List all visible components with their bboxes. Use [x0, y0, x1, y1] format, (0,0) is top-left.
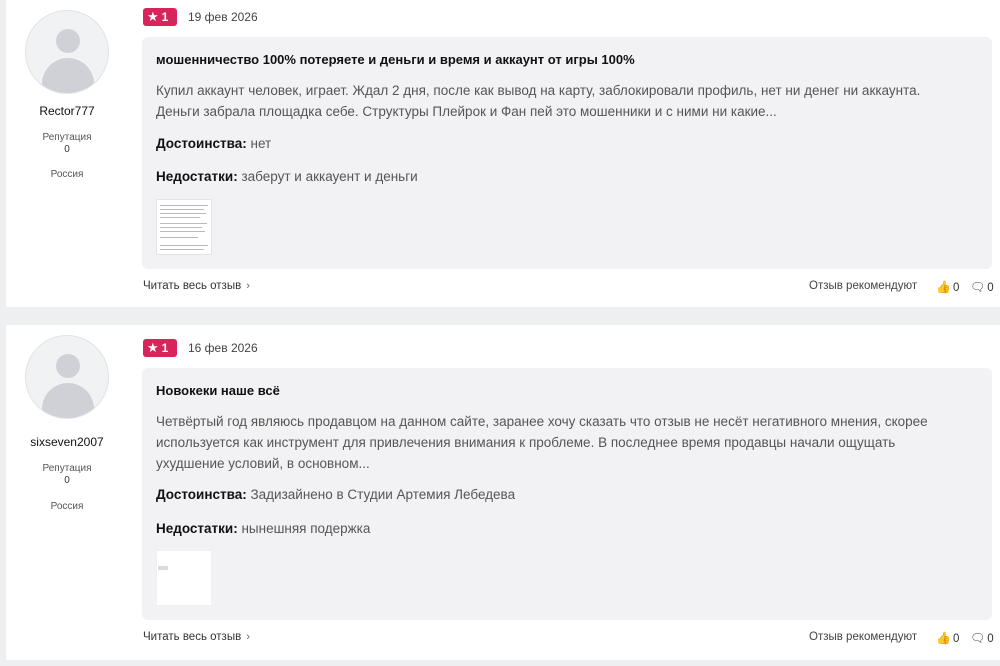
review-date: 16 фев 2026: [188, 341, 258, 355]
likes-count: 0: [952, 633, 960, 645]
review-text-line: Деньги забрала площадка себе. Структуры …: [156, 104, 777, 119]
review-title[interactable]: Новокеки наше всё: [156, 383, 280, 398]
review-image-thumbnail[interactable]: [156, 199, 212, 255]
author-country: Россия: [50, 501, 84, 512]
recommend-label: Отзыв рекомендуют: [809, 280, 918, 292]
review-text-line: ухудшение условий, в основном...: [156, 456, 370, 471]
review-text-line: Купил аккаунт человек, играет. Ждал 2 дн…: [156, 83, 921, 98]
review-title[interactable]: мошенничество 100% потеряете и деньги и …: [156, 52, 635, 67]
like-button[interactable]: 👍 0: [936, 631, 959, 645]
reputation-value: 0: [64, 144, 70, 155]
rating-badge: ★ 1: [143, 339, 177, 357]
comment-icon: 🗨: [970, 280, 986, 294]
avatar[interactable]: [25, 335, 109, 419]
review-body: Новокеки наше всё Четвёртый год являюсь …: [142, 368, 992, 620]
reputation-label: Репутация: [42, 132, 92, 143]
review-text-line: Четвёртый год являюсь продавцом на данно…: [156, 414, 928, 429]
comment-icon: 🗨: [970, 631, 986, 645]
cons-value: нынешняя подержка: [241, 521, 371, 536]
rating-value: 1: [161, 10, 169, 24]
comments-count: 0: [987, 633, 994, 645]
review-pros: Достоинства: нет: [156, 136, 271, 151]
author-name[interactable]: Rector777: [6, 104, 128, 118]
rating-value: 1: [161, 341, 169, 355]
review-card: sixseven2007 Репутация 0 Россия ★ 1 16 фе…: [6, 325, 1000, 660]
review-card: Rector777 Репутация 0 Россия ★ 1 19 фев 2…: [6, 0, 1000, 307]
review-pros: Достоинства: Задизайнено в Студии Артеми…: [156, 487, 515, 502]
review-date: 19 фев 2026: [188, 10, 258, 24]
read-full-review-link[interactable]: Читать весь отзыв ›: [143, 280, 250, 292]
review-cons: Недостатки: заберут и аккауент и деньги: [156, 169, 418, 184]
author-country: Россия: [50, 169, 84, 180]
user-placeholder-icon: [56, 354, 80, 378]
review-text-line: используется как инструмент для привлече…: [156, 435, 896, 450]
chevron-right-icon: ›: [246, 631, 250, 643]
review-body: мошенничество 100% потеряете и деньги и …: [142, 37, 992, 269]
cons-value: заберут и аккауент и деньги: [241, 169, 418, 184]
recommend-label: Отзыв рекомендуют: [809, 631, 918, 643]
star-icon: ★: [147, 9, 159, 24]
review-cons: Недостатки: нынешняя подержка: [156, 521, 370, 536]
avatar[interactable]: [25, 10, 109, 94]
like-button[interactable]: 👍 0: [936, 280, 959, 294]
reputation-label: Репутация: [42, 463, 92, 474]
star-icon: ★: [147, 340, 159, 355]
cons-label: Недостатки:: [156, 521, 238, 536]
read-full-review-link[interactable]: Читать весь отзыв ›: [143, 631, 250, 643]
comments-button[interactable]: 🗨 0: [970, 631, 994, 645]
pros-label: Достоинства:: [156, 487, 247, 502]
user-placeholder-icon: [56, 29, 80, 53]
thumbs-up-icon: 👍: [936, 280, 951, 294]
comments-count: 0: [987, 282, 994, 294]
review-image-thumbnail[interactable]: [156, 550, 212, 606]
pros-value: нет: [250, 136, 272, 151]
pros-label: Достоинства:: [156, 136, 247, 151]
author-name[interactable]: sixseven2007: [6, 435, 128, 449]
reputation-value: 0: [64, 475, 70, 486]
thumbs-up-icon: 👍: [936, 631, 951, 645]
chevron-right-icon: ›: [246, 280, 250, 292]
cons-label: Недостатки:: [156, 169, 238, 184]
comments-button[interactable]: 🗨 0: [970, 280, 994, 294]
pros-value: Задизайнено в Студии Артемия Лебедева: [250, 487, 516, 502]
likes-count: 0: [952, 282, 960, 294]
rating-badge: ★ 1: [143, 8, 177, 26]
